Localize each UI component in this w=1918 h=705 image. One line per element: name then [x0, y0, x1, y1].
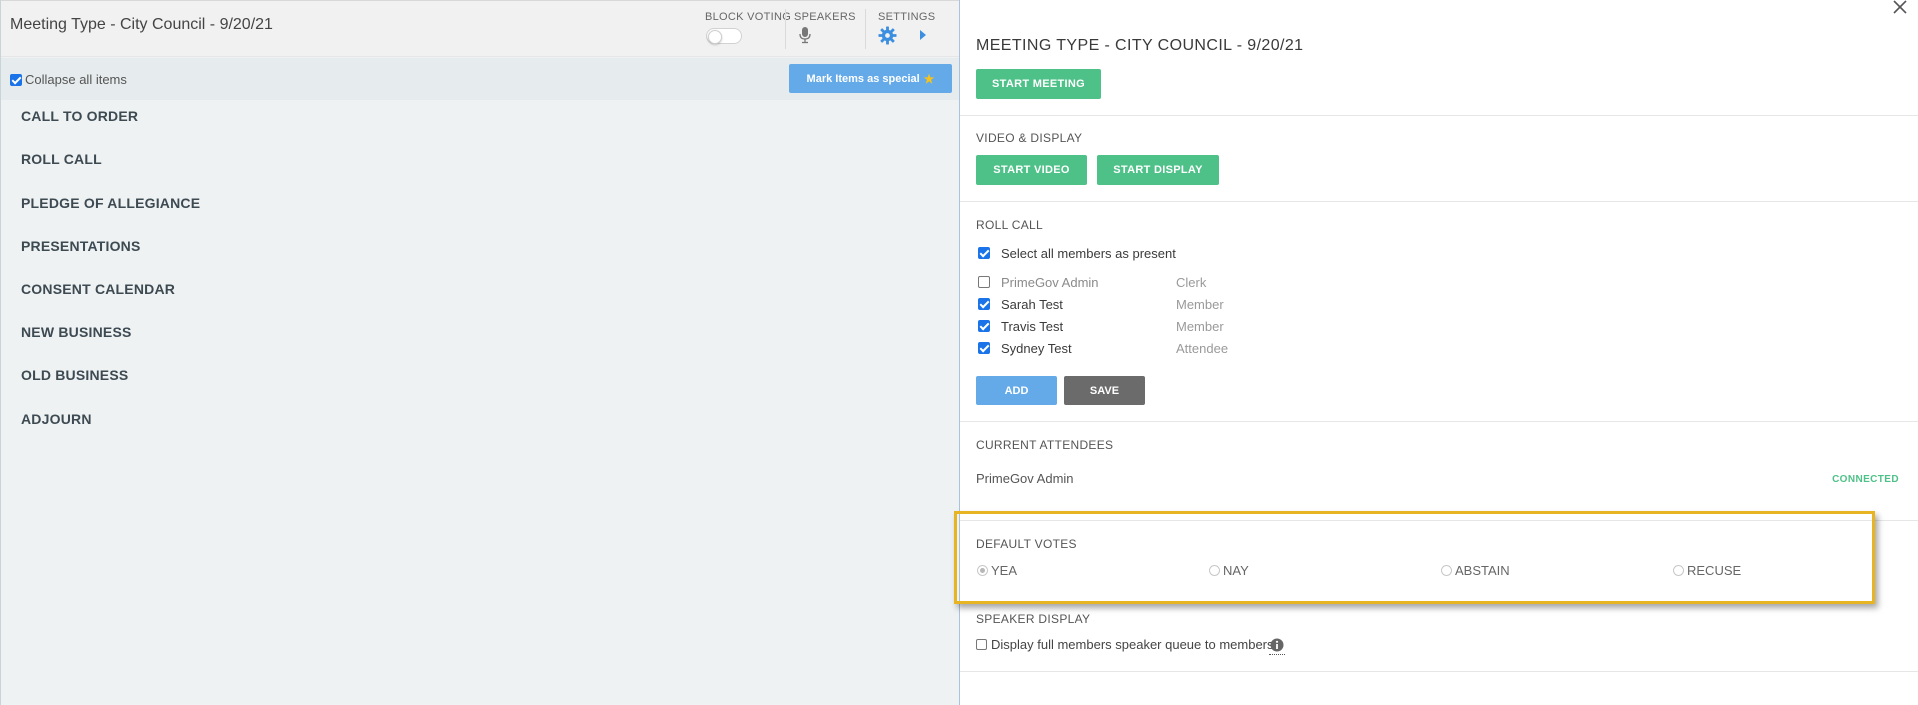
microphone-icon[interactable]	[798, 26, 812, 44]
member-role: Clerk	[1176, 275, 1207, 290]
video-display-section-label: VIDEO & DISPLAY	[976, 131, 1083, 145]
agenda-item[interactable]: CALL TO ORDER	[21, 108, 138, 124]
divider	[960, 421, 1918, 422]
gear-icon[interactable]	[878, 26, 897, 45]
settings-label: SETTINGS	[878, 11, 936, 23]
highlight-box	[954, 511, 1875, 604]
caret-right-icon[interactable]	[919, 29, 927, 41]
panel-title: MEETING TYPE - CITY COUNCIL - 9/20/21	[976, 37, 1304, 54]
member-present-checkbox[interactable]	[978, 298, 990, 310]
header-divider	[785, 9, 786, 49]
vote-radio-nay[interactable]	[1209, 565, 1220, 576]
divider	[960, 115, 1918, 116]
start-meeting-button[interactable]: START MEETING	[976, 69, 1101, 99]
agenda-item[interactable]: ROLL CALL	[21, 151, 102, 167]
connection-status-badge: CONNECTED	[1832, 474, 1899, 485]
agenda-item[interactable]: NEW BUSINESS	[21, 324, 132, 340]
agenda-item[interactable]: CONSENT CALENDAR	[21, 281, 175, 297]
agenda-item[interactable]: OLD BUSINESS	[21, 367, 128, 383]
member-name: PrimeGov Admin	[1001, 275, 1099, 290]
header-divider	[865, 9, 866, 49]
vote-radio-abstain[interactable]	[1441, 565, 1452, 576]
agenda-pane: Meeting Type - City Council - 9/20/21 BL…	[0, 0, 960, 705]
speakers-label: SPEAKERS	[794, 11, 856, 23]
info-icon[interactable]	[1270, 638, 1284, 652]
star-icon: ★	[923, 71, 935, 86]
mark-special-label: Mark Items as special	[806, 72, 920, 85]
meeting-control-panel: MEETING TYPE - CITY COUNCIL - 9/20/21 ST…	[954, 0, 1918, 705]
vote-option-label[interactable]: RECUSE	[1687, 563, 1741, 578]
add-member-button[interactable]: ADD	[976, 376, 1057, 405]
member-name: Sydney Test	[1001, 341, 1072, 356]
speaker-queue-label[interactable]: Display full members speaker queue to me…	[991, 637, 1274, 652]
block-voting-toggle[interactable]	[706, 28, 742, 44]
member-present-checkbox[interactable]	[978, 342, 990, 354]
default-votes-section-label: DEFAULT VOTES	[976, 537, 1077, 551]
vote-option-label[interactable]: NAY	[1223, 563, 1249, 578]
speaker-display-section-label: SPEAKER DISPLAY	[976, 612, 1091, 626]
select-all-present-label[interactable]: Select all members as present	[1001, 246, 1176, 261]
select-all-present-checkbox[interactable]	[978, 247, 990, 259]
collapse-all-checkbox[interactable]	[10, 74, 22, 86]
collapse-all-label[interactable]: Collapse all items	[25, 72, 127, 87]
start-video-button[interactable]: START VIDEO	[976, 155, 1087, 185]
agenda-header: Meeting Type - City Council - 9/20/21 BL…	[1, 0, 959, 57]
attendee-name: PrimeGov Admin	[976, 471, 1074, 486]
meeting-title: Meeting Type - City Council - 9/20/21	[10, 16, 273, 33]
member-present-checkbox[interactable]	[978, 276, 990, 288]
vote-option-label[interactable]: YEA	[991, 563, 1017, 578]
member-present-checkbox[interactable]	[978, 320, 990, 332]
member-role: Member	[1176, 297, 1224, 312]
speaker-queue-checkbox[interactable]	[976, 639, 987, 650]
info-underline	[1269, 654, 1285, 655]
block-voting-label: BLOCK VOTING	[705, 11, 792, 23]
start-display-button[interactable]: START DISPLAY	[1097, 155, 1219, 185]
divider	[960, 671, 1918, 672]
mark-items-special-button[interactable]: Mark Items as special ★	[789, 64, 952, 93]
agenda-item[interactable]: PLEDGE OF ALLEGIANCE	[21, 195, 200, 211]
divider	[960, 201, 1918, 202]
vote-radio-recuse[interactable]	[1673, 565, 1684, 576]
member-name: Travis Test	[1001, 319, 1064, 334]
close-icon[interactable]	[1892, 0, 1908, 16]
member-role: Attendee	[1176, 341, 1229, 356]
member-name: Sarah Test	[1001, 297, 1063, 312]
vote-option-label[interactable]: ABSTAIN	[1455, 563, 1510, 578]
current-attendees-section-label: CURRENT ATTENDEES	[976, 438, 1114, 452]
agenda-item[interactable]: ADJOURN	[21, 411, 92, 427]
save-roll-call-button[interactable]: SAVE	[1064, 376, 1145, 405]
agenda-item[interactable]: PRESENTATIONS	[21, 238, 141, 254]
vote-radio-yea[interactable]	[977, 565, 988, 576]
roll-call-section-label: ROLL CALL	[976, 218, 1043, 232]
member-role: Member	[1176, 319, 1224, 334]
